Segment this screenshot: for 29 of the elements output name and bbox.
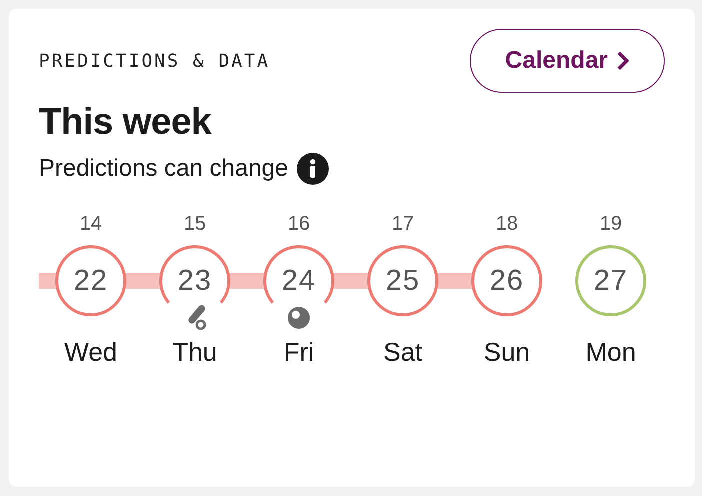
cycle-day-number: 22 — [74, 264, 108, 300]
weekday-label: Fri — [284, 336, 314, 370]
weekday-label: Sat — [383, 336, 423, 370]
chevron-right-icon — [616, 51, 630, 71]
date-number: 19 — [600, 212, 622, 236]
date-number: 15 — [184, 212, 206, 236]
subtitle: Predictions can change — [39, 154, 288, 184]
weekday-label: Thu — [172, 336, 218, 370]
info-icon[interactable] — [296, 153, 328, 186]
ball-icon — [286, 305, 312, 332]
date-number: 18 — [496, 212, 518, 236]
day-ring[interactable] — [53, 243, 129, 320]
cycle-day-number: 27 — [594, 264, 628, 300]
calendar-button[interactable]: Calendar — [470, 29, 665, 93]
section-eyebrow: PREDICTIONS & DATA — [39, 50, 270, 74]
cycle-day-number: 25 — [386, 264, 420, 300]
week-title: This week — [39, 100, 213, 144]
date-number: 17 — [392, 212, 414, 236]
weekday-label: Sun — [484, 336, 530, 370]
day-ring[interactable] — [365, 243, 441, 320]
date-number: 14 — [80, 212, 102, 236]
day-ring[interactable] — [573, 243, 649, 320]
cycle-day-number: 24 — [282, 264, 316, 300]
cycle-day-number: 23 — [178, 264, 212, 300]
weekday-label: Mon — [586, 336, 636, 370]
cycle-day-number: 26 — [490, 264, 524, 300]
weekday-label: Wed — [64, 336, 118, 370]
day-ring[interactable] — [469, 243, 545, 320]
date-number: 16 — [288, 212, 310, 236]
